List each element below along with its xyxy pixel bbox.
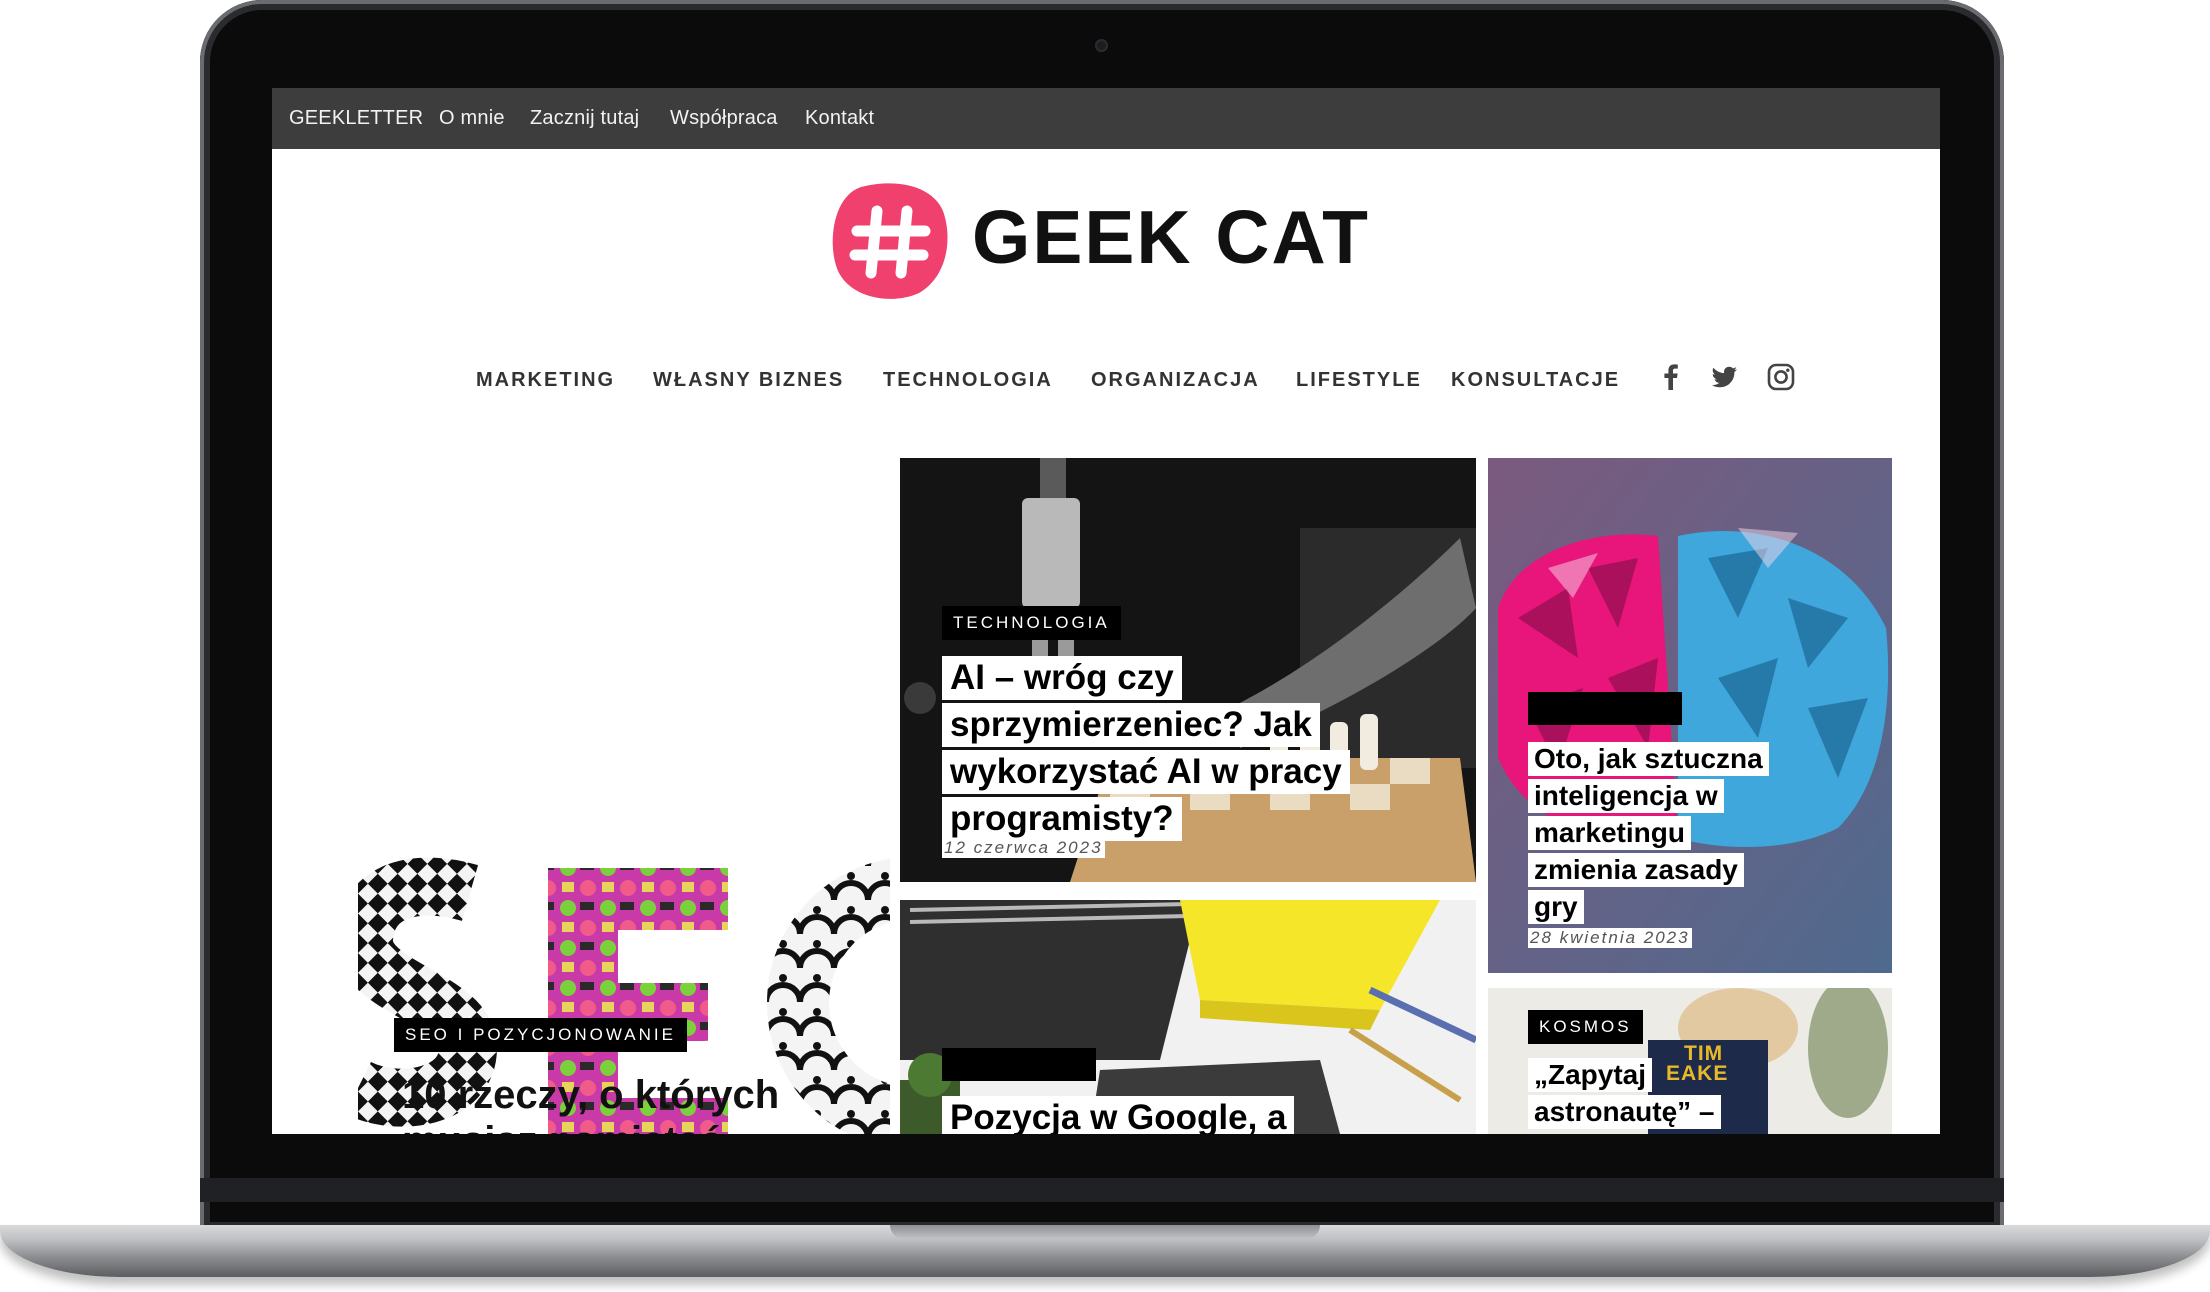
article-title-line: 10 rzeczy, o których	[402, 1073, 780, 1117]
laptop-hinge	[200, 1178, 2004, 1202]
article-title-line: astronautę” –	[1528, 1095, 1721, 1129]
category-badge-placeholder	[942, 1048, 1096, 1081]
instagram-icon[interactable]	[1766, 362, 1796, 392]
article-card-google[interactable]: Pozycja w Google, a	[900, 900, 1476, 1134]
site-brand-name[interactable]: GEEK CAT	[972, 200, 1370, 275]
article-title-line: musisz pamiętać	[402, 1118, 779, 1134]
article-title-ai[interactable]: AI – wróg czy sprzymierzeniec? Jak wykor…	[942, 656, 1350, 844]
article-date: 12 czerwca 2023	[942, 838, 1105, 858]
nav-item-wlasny-biznes[interactable]: WŁASNY BIZNES	[653, 370, 844, 390]
category-badge-placeholder	[1528, 692, 1682, 725]
article-title-line: Pozycja w Google, a	[942, 1096, 1295, 1134]
geek-cat-logo-icon[interactable]	[831, 181, 949, 301]
article-title-line: AI – wróg czy	[942, 656, 1182, 700]
nav-item-lifestyle[interactable]: LIFESTYLE	[1296, 370, 1422, 390]
article-category-badge[interactable]: SEO I POZYCJONOWANIE	[394, 1018, 687, 1053]
article-card-kosmos[interactable]: TIM EAKE KOSMOS „Zapytaj astronautę” –	[1488, 988, 1892, 1134]
article-title-line: inteligencja w	[1528, 779, 1724, 813]
article-title-google[interactable]: Pozycja w Google, a	[942, 1096, 1295, 1134]
webcam	[1095, 39, 1108, 52]
article-card-seo[interactable]: SEO I POZYCJONOWANIE 10 rzeczy, o któryc…	[358, 458, 890, 1134]
topbar-link-zacznij-tutaj[interactable]: Zacznij tutaj	[530, 107, 639, 130]
topbar-link-o-mnie[interactable]: O mnie	[439, 107, 505, 130]
article-title-line: Oto, jak sztuczna	[1528, 742, 1769, 776]
facebook-icon[interactable]	[1656, 362, 1686, 392]
article-title-line: sprzymierzeniec? Jak	[942, 703, 1320, 747]
browser-viewport: GEEKLETTER O mnie Zacznij tutaj Współpra…	[272, 88, 1940, 1134]
article-title-line: programisty?	[942, 797, 1182, 841]
laptop-notch	[890, 1225, 1320, 1239]
topbar-link-geekletter[interactable]: GEEKLETTER	[289, 107, 423, 130]
article-title-seo[interactable]: 10 rzeczy, o których musisz pamiętać	[402, 1072, 779, 1134]
article-title-line: „Zapytaj	[1528, 1058, 1653, 1092]
top-bar: GEEKLETTER O mnie Zacznij tutaj Współpra…	[272, 88, 1940, 149]
article-title-line: marketingu	[1528, 816, 1691, 850]
nav-item-konsultacje[interactable]: KONSULTACJE	[1451, 370, 1620, 390]
nav-item-organizacja[interactable]: ORGANIZACJA	[1091, 370, 1260, 390]
article-category-badge[interactable]: TECHNOLOGIA	[942, 606, 1121, 641]
article-date: 28 kwietnia 2023	[1528, 928, 1692, 948]
nav-item-technologia[interactable]: TECHNOLOGIA	[883, 370, 1053, 390]
topbar-link-wspolpraca[interactable]: Współpraca	[670, 107, 778, 130]
article-card-ai-marketing[interactable]: Oto, jak sztuczna inteligencja w marketi…	[1488, 458, 1892, 973]
article-card-ai[interactable]: TECHNOLOGIA AI – wróg czy sprzymierzenie…	[900, 458, 1476, 882]
topbar-link-kontakt[interactable]: Kontakt	[805, 107, 874, 130]
article-title-kosmos[interactable]: „Zapytaj astronautę” –	[1528, 1058, 1721, 1132]
article-category-badge[interactable]: KOSMOS	[1528, 1010, 1643, 1045]
article-title-line: zmienia zasady	[1528, 853, 1744, 887]
article-title-ai-marketing[interactable]: Oto, jak sztuczna inteligencja w marketi…	[1528, 742, 1769, 927]
article-title-line: wykorzystać AI w pracy	[942, 750, 1350, 794]
nav-item-marketing[interactable]: MARKETING	[476, 370, 615, 390]
twitter-icon[interactable]	[1709, 362, 1739, 392]
article-title-line: gry	[1528, 890, 1584, 924]
